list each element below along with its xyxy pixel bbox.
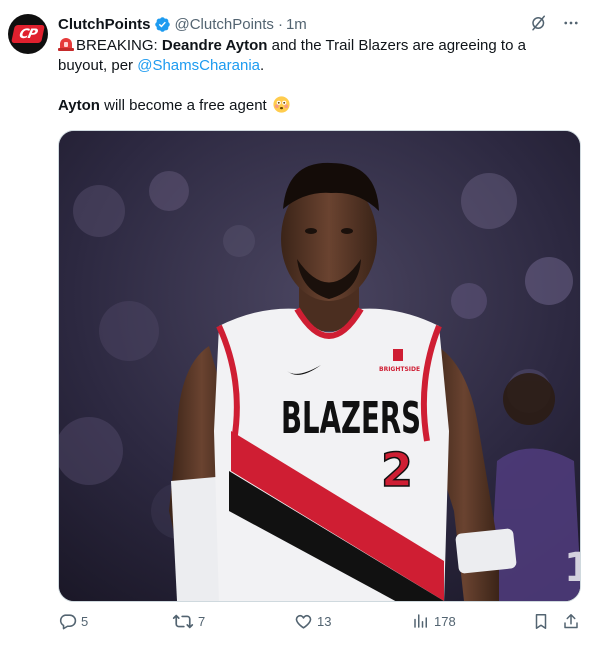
grok-icon[interactable] [530,14,548,32]
like-button[interactable]: 13 [294,612,331,631]
heart-icon [294,612,313,631]
bookmark-button[interactable] [532,612,550,631]
verified-badge-icon [154,16,171,33]
views-button[interactable]: 178 [412,612,456,630]
views-chart-icon [412,612,430,630]
top-actions [530,14,580,32]
tweet-paragraph-1: BREAKING: Deandre Ayton and the Trail Bl… [58,36,578,76]
avatar[interactable]: CP [8,14,48,54]
timestamp[interactable]: 1m [286,16,307,33]
share-icon [562,612,580,631]
retweet-icon [172,612,194,631]
reply-icon [58,612,77,631]
flushed-face-emoji-icon [273,96,290,113]
svg-text:1: 1 [564,545,581,591]
tweet-text-end: . [260,57,265,74]
player-short-name: Ayton [58,97,100,114]
bookmark-icon [532,612,550,631]
mention-link[interactable]: @ShamsCharania [137,57,260,74]
share-button[interactable] [562,612,580,631]
tweet-image[interactable]: 1 BRIGHTSIDE BLAZERS 2 [58,130,581,602]
jersey-number: 2 [381,443,413,497]
player-photo: 1 BRIGHTSIDE BLAZERS 2 [59,131,581,601]
reply-button[interactable]: 5 [58,612,88,631]
separator-dot: · [277,15,283,33]
avatar-logo-text: CP [17,26,39,42]
views-count: 178 [434,613,456,629]
reply-count: 5 [81,614,89,629]
breaking-label: BREAKING: [76,37,162,54]
clutchpoints-logo: CP [11,25,45,43]
retweet-button[interactable]: 7 [172,612,205,631]
siren-emoji-icon [58,37,74,51]
tweet-header: ClutchPoints @ClutchPoints · 1m [58,14,307,34]
player-name: Deandre Ayton [161,37,268,54]
jersey-text: BLAZERS [281,393,421,444]
author-name[interactable]: ClutchPoints [58,16,151,33]
jersey-patch-text: BRIGHTSIDE [379,366,420,373]
like-count: 13 [317,614,332,629]
more-options-icon[interactable] [562,14,580,32]
action-bar: 5 7 13 178 [58,612,583,634]
tweet-paragraph-2: Ayton will become a free agent [58,96,578,116]
retweet-count: 7 [198,614,206,629]
tweet-text-line-2: will become a free agent [99,97,267,114]
tweet-text: BREAKING: Deandre Ayton and the Trail Bl… [58,36,578,116]
author-handle[interactable]: @ClutchPoints [175,16,274,33]
